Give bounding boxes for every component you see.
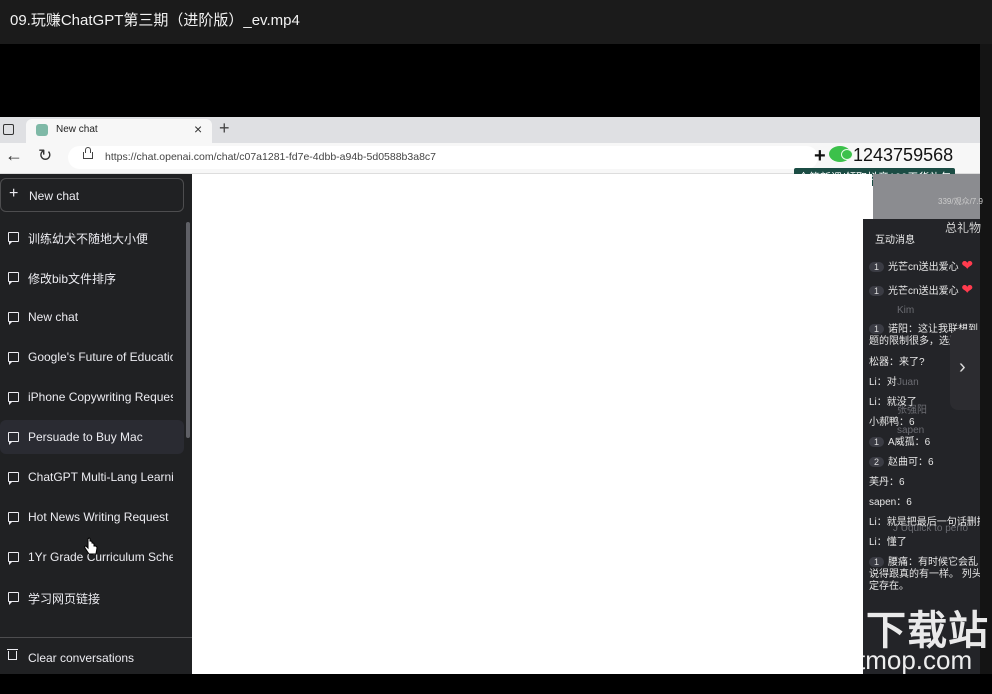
hand-cursor-icon — [84, 537, 98, 555]
live-message: 芙丹：6 — [869, 473, 905, 488]
live-message: 1 A威孤：6 — [869, 433, 930, 448]
chat-history-label: 1Yr Grade Curriculum Schedule — [28, 550, 173, 564]
chat-bubble-icon — [8, 312, 19, 325]
chat-history-item[interactable]: 训练幼犬不随地大小便 — [0, 220, 184, 254]
chat-sidebar: + New chat 训练幼犬不随地大小便 修改bib文件排序 New chat… — [0, 174, 192, 674]
chat-history-item[interactable]: ChatGPT Multi-Lang Learning — [0, 460, 184, 494]
new-chat-button[interactable]: + New chat — [0, 178, 184, 212]
live-message-text: 松器：来了? — [869, 357, 925, 368]
chat-history-item[interactable]: iPhone Copywriting Request — [0, 380, 184, 414]
live-ghost-name: Juan — [897, 377, 919, 388]
heart-icon: ❤ — [961, 281, 974, 297]
live-message-text: 芙丹：6 — [869, 477, 905, 488]
gift-total-label: 总礼物 — [945, 221, 982, 235]
new-tab-button[interactable]: + — [219, 118, 230, 138]
sidebar-scrollbar[interactable] — [186, 222, 190, 438]
video-title: 09.玩赚ChatGPT第三期（进阶版）_ev.mp4 — [10, 12, 300, 29]
back-arrow-icon[interactable]: ← — [5, 145, 23, 166]
chat-bubble-icon — [8, 472, 19, 485]
chat-bubble-icon — [8, 272, 19, 285]
live-viewer-stat: 339/观众/7.9 — [938, 197, 983, 206]
live-message-text: Li：就没了 — [869, 397, 917, 408]
chat-history-item[interactable]: 学习网页链接 — [0, 580, 184, 614]
player-bottom-bar — [0, 674, 992, 694]
tab-actions-icon[interactable] — [3, 124, 14, 135]
chat-history-label: New chat — [28, 310, 79, 324]
chat-history-item[interactable]: Google's Future of Education — [0, 340, 184, 374]
chat-bubble-icon — [8, 432, 19, 445]
new-chat-label: New chat — [29, 189, 80, 203]
chevron-right-icon: › — [959, 356, 966, 378]
clear-conversations-button[interactable]: Clear conversations — [28, 651, 134, 665]
live-message: Li：懂了 — [869, 533, 907, 548]
sidebar-divider — [0, 637, 192, 638]
plus-icon: + — [9, 185, 19, 202]
watermark-domain: tmop.com — [858, 645, 973, 675]
chat-history-item[interactable]: Hot News Writing Request — [0, 500, 184, 534]
url-field[interactable]: https://chat.openai.com/chat/c07a1281-fd… — [68, 146, 818, 169]
chat-bubble-icon — [8, 512, 19, 525]
live-message-text: 小郝鸭：6 — [869, 417, 915, 428]
live-ghost-name: Kim — [897, 305, 915, 316]
live-message: sapen：6 — [869, 493, 912, 508]
chat-history-label: Google's Future of Education — [28, 350, 173, 364]
chat-history-label: 学习网页链接 — [28, 592, 101, 606]
chat-bubble-icon — [8, 552, 19, 565]
browser-tab-strip: New chat × + — [0, 117, 980, 143]
heart-icon: ❤ — [961, 257, 974, 273]
live-message: Li：就是把最后一句话删掉 — [869, 513, 980, 528]
overlay-plus: + — [814, 145, 826, 167]
overlay-phone-number: 1243759568 — [853, 145, 954, 165]
player-titlebar: 09.玩赚ChatGPT第三期（进阶版）_ev.mp4 — [0, 0, 992, 44]
chat-history-label: 训练幼犬不随地大小便 — [28, 232, 149, 246]
chat-history-label: Persuade to Buy Mac — [28, 430, 143, 444]
chat-history-label: ChatGPT Multi-Lang Learning — [28, 470, 173, 484]
live-message-text: sapen：6 — [869, 497, 912, 508]
live-message: 1 光芒cn送出爱心 ❤ — [869, 257, 973, 274]
fan-badge: 1 — [869, 437, 885, 447]
live-message: 定存在。 — [869, 577, 909, 592]
wechat-icon — [829, 146, 853, 162]
url-text[interactable]: https://chat.openai.com/chat/c07a1281-fd… — [105, 151, 436, 163]
fan-badge: 1 — [869, 286, 885, 296]
chat-bubble-icon — [8, 392, 19, 405]
fan-badge: 2 — [869, 457, 885, 467]
live-message-text: Li：就是把最后一句话删掉 — [869, 517, 980, 528]
tab-close-icon[interactable]: × — [194, 121, 202, 137]
fan-badge: 1 — [869, 262, 885, 272]
chat-history-label: 修改bib文件排序 — [28, 272, 117, 286]
live-message-text: Li：懂了 — [869, 537, 907, 548]
live-panel-header: 互动消息 — [875, 235, 915, 246]
live-message: 小郝鸭：6 — [869, 413, 915, 428]
live-message: 1 光芒cn送出爱心 ❤ — [869, 281, 973, 298]
chat-bubble-icon — [8, 592, 19, 605]
player-scrollbar[interactable] — [980, 44, 992, 674]
openai-favicon-icon — [36, 124, 48, 136]
chat-history-item[interactable]: 修改bib文件排序 — [0, 260, 184, 294]
live-message: 2 赵曲可：6 — [869, 453, 934, 468]
live-message-text: 定存在。 — [869, 581, 909, 592]
live-message-text: 光芒cn送出爱心 — [888, 262, 959, 273]
trash-icon — [7, 649, 18, 660]
chat-history-item-active[interactable]: Persuade to Buy Mac — [0, 420, 184, 454]
chat-history-label: iPhone Copywriting Request — [28, 390, 173, 404]
live-message-text: Li：对 — [869, 377, 897, 388]
tab-title: New chat — [56, 124, 98, 135]
chat-history-item[interactable]: New chat — [0, 300, 184, 334]
chat-history-label: Hot News Writing Request — [28, 510, 169, 524]
live-message-text: 赵曲可：6 — [888, 457, 934, 468]
live-message: 松器：来了? — [869, 353, 925, 368]
live-message: Li：就没了 — [869, 393, 917, 408]
browser-tab[interactable]: New chat × — [26, 119, 212, 143]
chat-bubble-icon — [8, 352, 19, 365]
lock-icon[interactable] — [83, 147, 93, 159]
live-message-text: 光芒cn送出爱心 — [888, 286, 959, 297]
reload-icon[interactable]: ↻ — [38, 146, 52, 166]
live-message-text: A威孤：6 — [888, 437, 931, 448]
chat-bubble-icon — [8, 232, 19, 245]
chat-main-area[interactable] — [192, 174, 872, 674]
live-panel-toggle[interactable]: › — [950, 330, 980, 410]
live-message: Li：对 — [869, 373, 897, 388]
